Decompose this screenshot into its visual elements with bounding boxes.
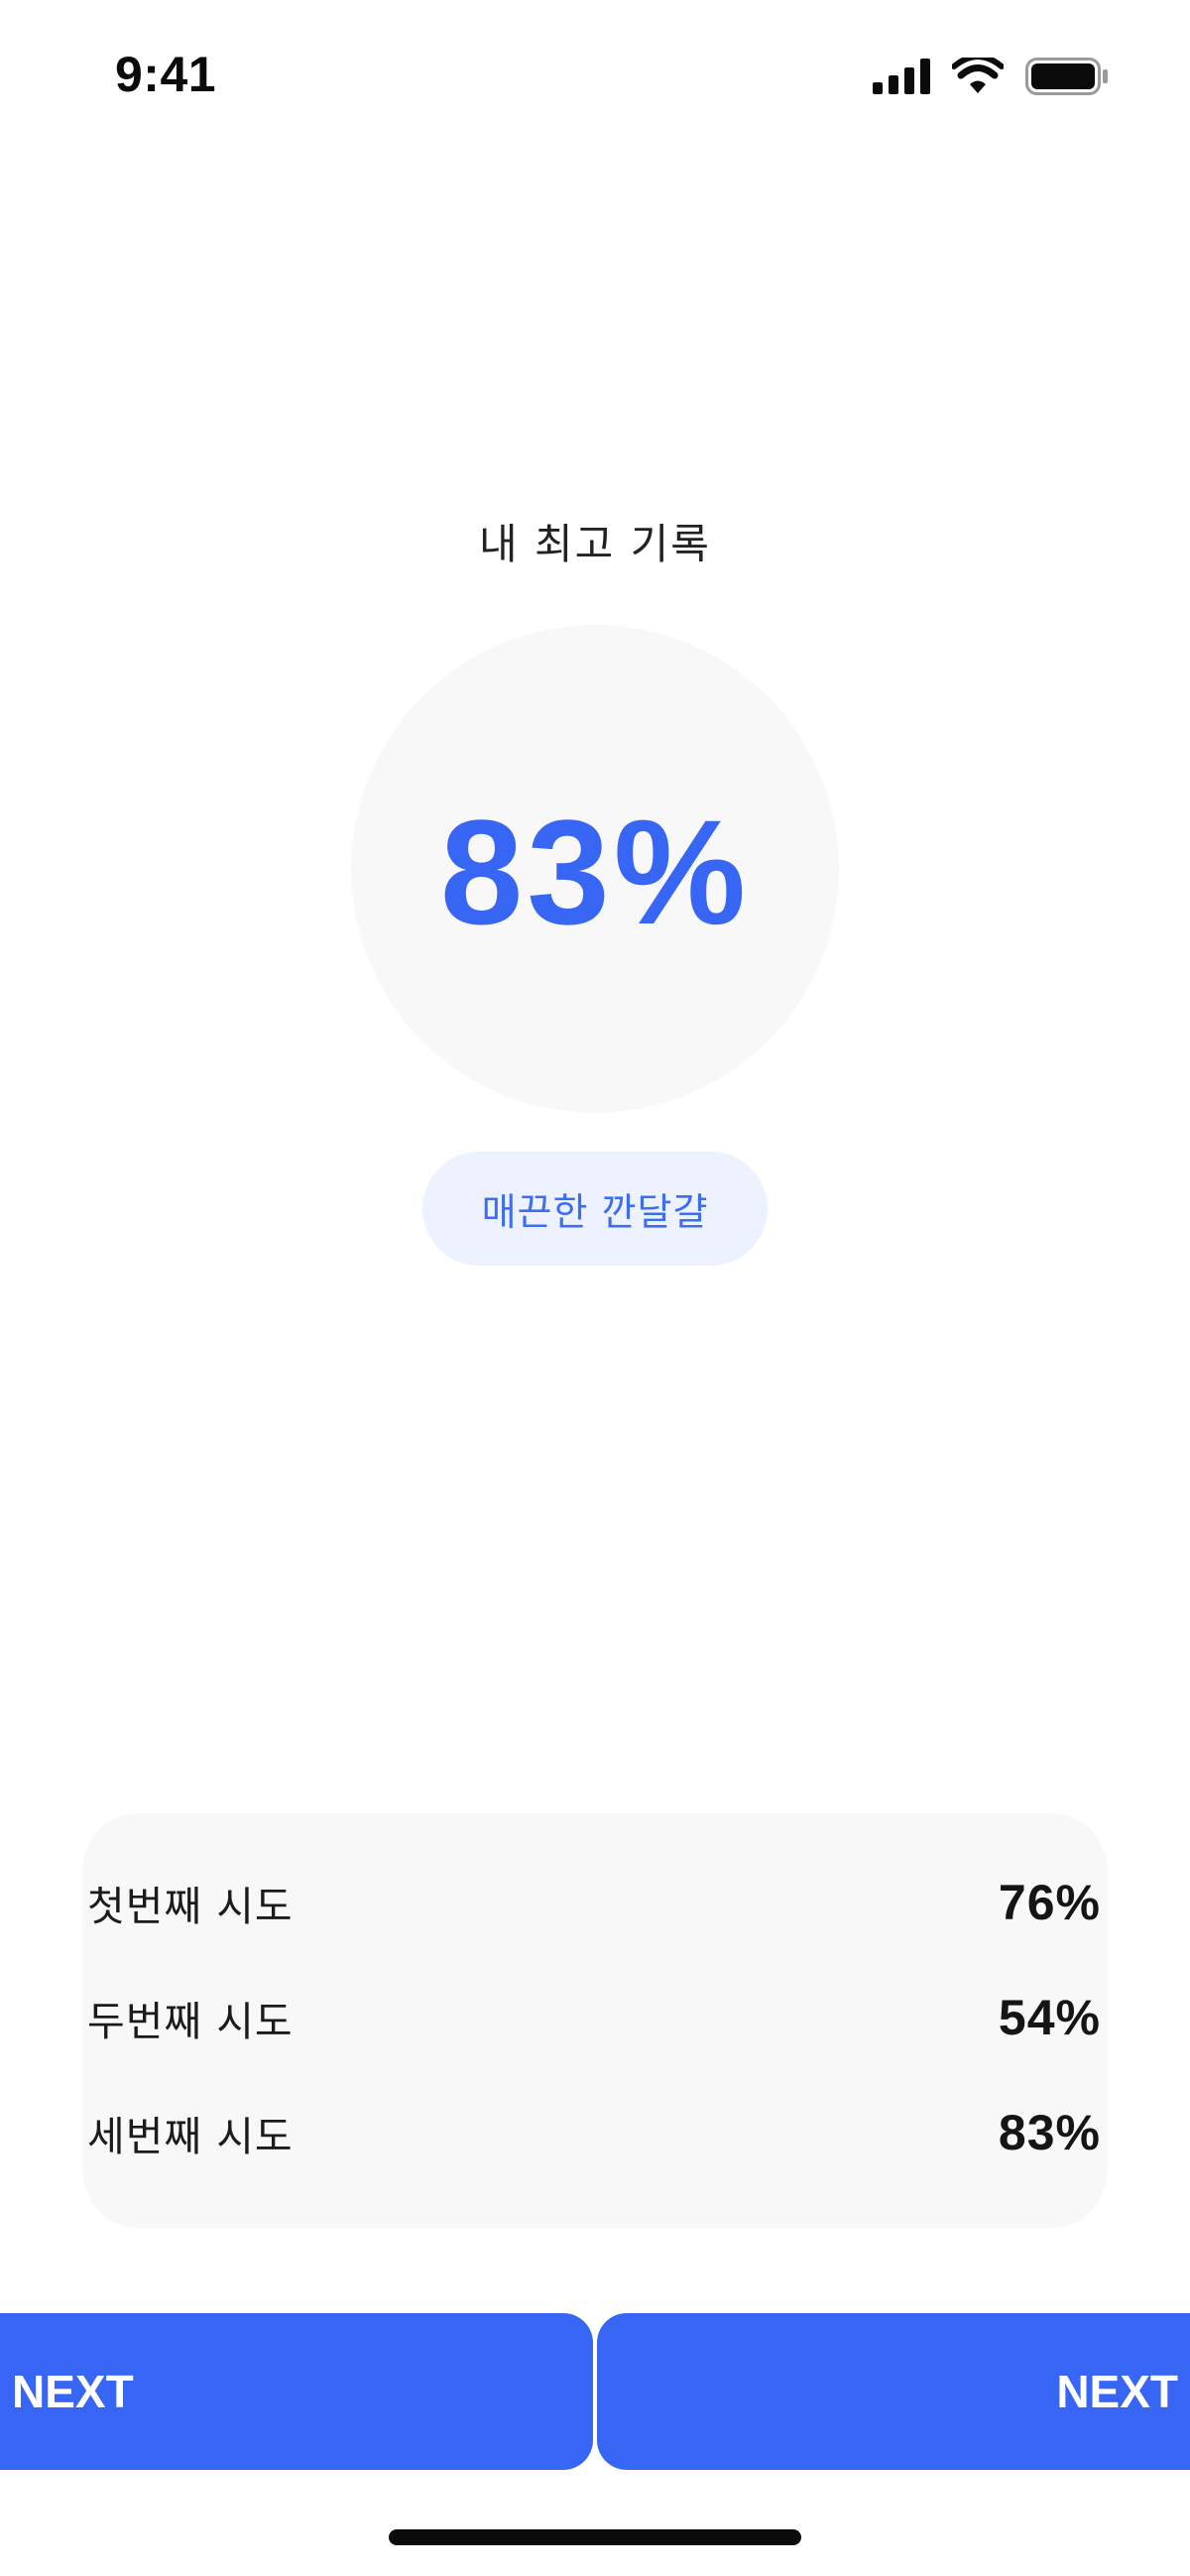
attempt-score: 54% (998, 1990, 1101, 2045)
home-indicator[interactable] (389, 2529, 801, 2545)
best-score-circle: 83% (351, 625, 839, 1113)
status-bar: 9:41 (0, 0, 1190, 159)
attempt-label: 첫번째 시도 (87, 1883, 294, 1930)
status-icons (873, 54, 1109, 99)
grade-badge: 매끈한 깐달걀 (422, 1152, 768, 1266)
best-score-value: 83% (439, 788, 751, 955)
wifi-icon (951, 54, 1005, 99)
status-time: 9:41 (115, 47, 217, 102)
attempt-label: 두번째 시도 (87, 1998, 294, 2045)
cellular-signal-icon (873, 59, 930, 98)
attempt-score: 76% (998, 1875, 1101, 1930)
attempt-row-3: 세번째 시도 83% (87, 2098, 1101, 2167)
attempt-score: 83% (998, 2105, 1101, 2160)
next-button-right[interactable]: NEXT (597, 2313, 1190, 2470)
battery-icon (1025, 58, 1109, 99)
page-title: 내 최고 기록 (479, 520, 711, 568)
attempt-row-1: 첫번째 시도 76% (87, 1868, 1101, 1937)
next-button-left[interactable]: NEXT (0, 2313, 593, 2470)
attempt-label: 세번째 시도 (87, 2113, 294, 2160)
attempt-row-2: 두번째 시도 54% (87, 1983, 1101, 2052)
